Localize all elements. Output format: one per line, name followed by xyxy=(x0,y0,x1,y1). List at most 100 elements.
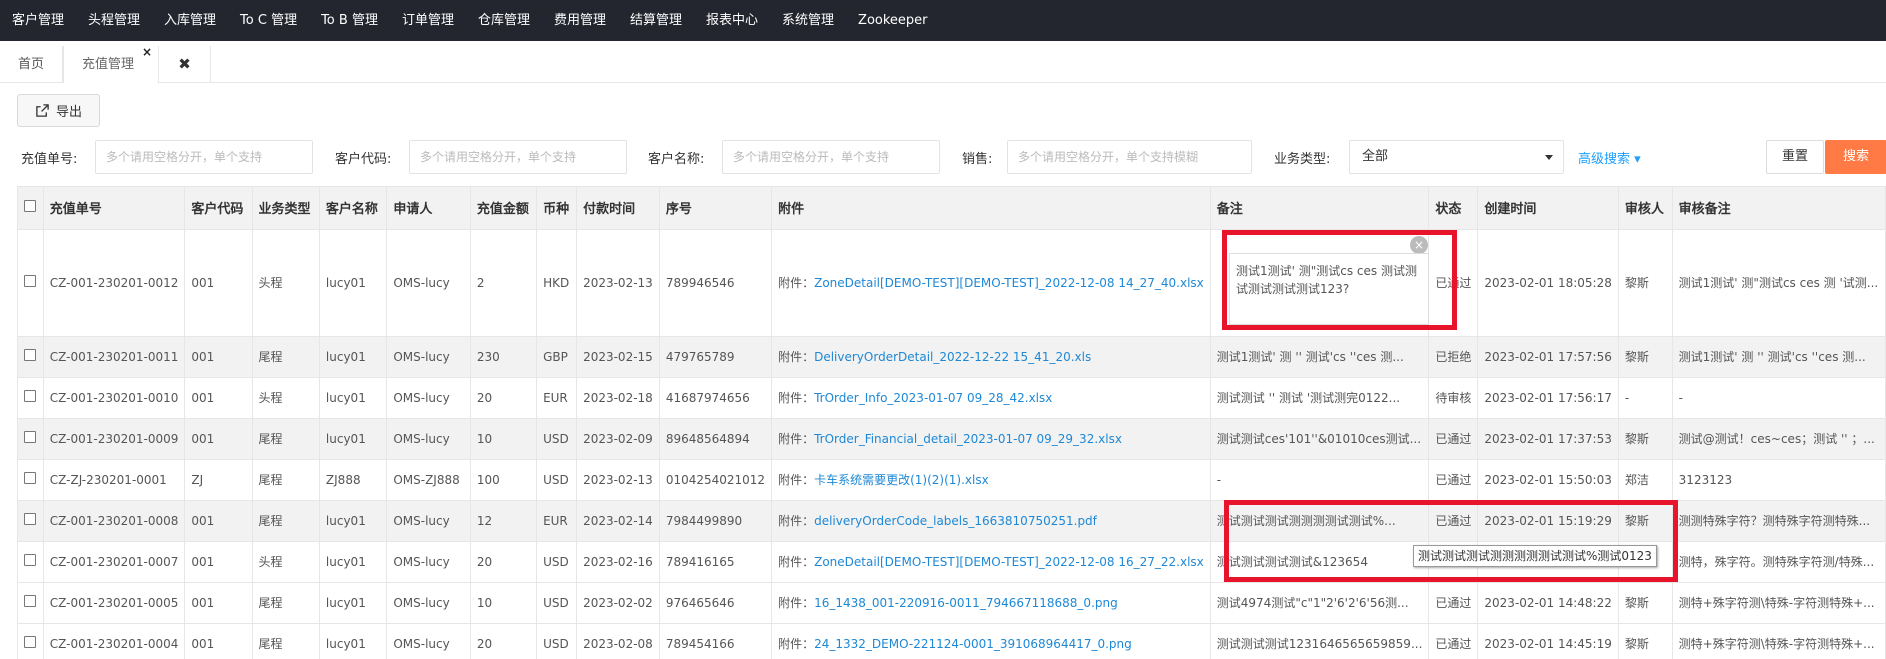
column-header: 创建时间 xyxy=(1477,187,1619,230)
attachment-link[interactable]: 16_1438_001-220916-0011_794667118688_0.p… xyxy=(814,596,1118,610)
cell-seq: 479765789 xyxy=(659,336,773,378)
row-checkbox[interactable] xyxy=(24,431,36,443)
column-header: 申请人 xyxy=(386,187,471,230)
select-all-checkbox[interactable] xyxy=(24,199,36,212)
cell-auditor: 黎斯 xyxy=(1618,336,1673,378)
cell-amount: 12 xyxy=(470,500,538,542)
cell-created: 2023-02-01 14:45:19 xyxy=(1477,623,1619,659)
cell-name: lucy01 xyxy=(319,229,388,337)
row-checkbox-cell xyxy=(18,459,44,501)
cell-status: 已通过 xyxy=(1428,623,1479,659)
topnav-item[interactable]: 订单管理 xyxy=(390,0,466,41)
cell-file: 附件：卡车系统需要更改(1)(2)(1).xlsx xyxy=(771,459,1211,501)
attachment-prefix: 附件： xyxy=(778,432,815,446)
cell-no: CZ-001-230201-0004 xyxy=(43,623,186,659)
column-header: 状态 xyxy=(1428,187,1479,230)
attachment-link[interactable]: deliveryOrderCode_labels_1663810750251.p… xyxy=(814,514,1097,528)
cell-applicant: OMS-lucy xyxy=(386,377,471,419)
table-row[interactable]: CZ-001-230201-0009 001 尾程 lucy01 OMS-lucy 10 U… xyxy=(18,418,1886,460)
cell-amount: 10 xyxy=(470,582,538,624)
close-tab-icon[interactable]: × xyxy=(142,34,152,71)
sales-label: 销售: xyxy=(962,152,993,167)
cell-amount: 10 xyxy=(470,418,538,460)
table-row[interactable]: CZ-001-230201-0011 001 尾程 lucy01 OMS-lucy 230… xyxy=(18,336,1886,378)
cell-paytime: 2023-02-02 xyxy=(576,582,660,624)
attachment-link[interactable]: ZoneDetail[DEMO-TEST][DEMO-TEST]_2022-12… xyxy=(814,555,1204,569)
attachment-link[interactable]: 24_1332_DEMO-221124-0001_391068964417_0.… xyxy=(814,637,1132,651)
tab-home[interactable]: 首页 xyxy=(0,46,64,83)
topnav-item[interactable]: 入库管理 xyxy=(152,0,228,41)
cell-type: 尾程 xyxy=(252,336,320,378)
order-no-label: 充值单号: xyxy=(21,152,78,167)
table-row[interactable]: CZ-001-230201-0005 001 尾程 lucy01 OMS-lucy 10 U… xyxy=(18,582,1886,624)
table-row[interactable]: CZ-001-230201-0012 001 头程 lucy01 OMS-lucy 2 HK… xyxy=(18,229,1886,337)
attachment-prefix: 附件： xyxy=(778,596,815,610)
topnav-item[interactable]: 系统管理 xyxy=(770,0,846,41)
biz-type-value: 全部 xyxy=(1362,149,1389,164)
cell-amount: 2 xyxy=(470,229,538,337)
row-checkbox[interactable] xyxy=(24,349,36,361)
cell-currency: USD xyxy=(536,459,578,501)
attachment-link[interactable]: 卡车系统需要更改(1)(2)(1).xlsx xyxy=(814,473,989,487)
topnav-item[interactable]: 客户管理 xyxy=(0,0,76,41)
sales-input[interactable]: 多个请用空格分开，单个支持模糊 xyxy=(1007,140,1252,174)
cell-code: 001 xyxy=(184,336,253,378)
row-checkbox[interactable] xyxy=(24,472,36,484)
row-checkbox[interactable] xyxy=(24,595,36,607)
attachment-link[interactable]: ZoneDetail[DEMO-TEST][DEMO-TEST]_2022-12… xyxy=(814,276,1204,290)
cell-name: lucy01 xyxy=(319,623,388,659)
tab-recharge[interactable]: 充值管理 × xyxy=(63,45,160,83)
cell-seq: 789416165 xyxy=(659,541,773,583)
advanced-search-link[interactable]: 高级搜索 ▾ xyxy=(1578,148,1641,167)
cell-applicant: OMS-lucy xyxy=(386,582,471,624)
biz-type-label: 业务类型: xyxy=(1274,152,1331,167)
cell-remark: 测试测试测试1231646565659859... xyxy=(1210,623,1430,659)
cell-code: 001 xyxy=(184,377,253,419)
cell-file: 附件：DeliveryOrderDetail_2022-12-22 15_41_… xyxy=(771,336,1211,378)
topnav-item[interactable]: 结算管理 xyxy=(618,0,694,41)
cell-code: 001 xyxy=(184,500,253,542)
highlight-box-remarks xyxy=(1224,500,1678,582)
row-checkbox[interactable] xyxy=(24,513,36,525)
row-checkbox[interactable] xyxy=(24,636,36,648)
search-button[interactable]: 搜索 xyxy=(1825,140,1886,174)
row-checkbox[interactable] xyxy=(24,390,36,402)
order-no-input[interactable]: 多个请用空格分开，单个支持 xyxy=(95,140,313,174)
topnav-item[interactable]: Zookeeper xyxy=(846,0,939,41)
cell-name: lucy01 xyxy=(319,336,388,378)
cell-name: ZJ888 xyxy=(319,459,388,501)
cell-auditor: 黎斯 xyxy=(1618,623,1673,659)
cell-audit_note: - xyxy=(1672,377,1886,419)
cell-type: 头程 xyxy=(252,229,320,337)
row-checkbox-cell xyxy=(18,623,44,659)
row-checkbox[interactable] xyxy=(24,554,36,566)
row-checkbox[interactable] xyxy=(24,275,36,287)
table-row[interactable]: CZ-001-230201-0010 001 头程 lucy01 OMS-lucy 20 E… xyxy=(18,377,1886,419)
topnav-item[interactable]: To C 管理 xyxy=(228,0,309,41)
cell-file: 附件：TrOrder_Financial_detail_2023-01-07 0… xyxy=(771,418,1211,460)
cell-type: 尾程 xyxy=(252,582,320,624)
cell-seq: 0104254021012 xyxy=(659,459,773,501)
attachment-prefix: 附件： xyxy=(778,350,815,364)
topnav-item[interactable]: 头程管理 xyxy=(76,0,152,41)
cell-remark: 测试测试ces'101''&01010ces测试... xyxy=(1210,418,1430,460)
close-all-tabs-icon[interactable]: ✖ xyxy=(159,46,212,83)
attachment-link[interactable]: TrOrder_Info_2023-01-07 09_28_42.xlsx xyxy=(814,391,1052,405)
topnav-item[interactable]: 报表中心 xyxy=(694,0,770,41)
topnav-item[interactable]: To B 管理 xyxy=(309,0,390,41)
topnav-item[interactable]: 仓库管理 xyxy=(466,0,542,41)
cell-currency: EUR xyxy=(536,500,578,542)
attachment-link[interactable]: DeliveryOrderDetail_2022-12-22 15_41_20.… xyxy=(814,350,1091,364)
reset-button[interactable]: 重置 xyxy=(1766,140,1824,174)
table-row[interactable]: CZ-ZJ-230201-0001 ZJ 尾程 ZJ888 OMS-ZJ888 100 US… xyxy=(18,459,1886,501)
table-row[interactable]: CZ-001-230201-0004 001 尾程 lucy01 OMS-lucy 20 U… xyxy=(18,623,1886,659)
topnav-item[interactable]: 费用管理 xyxy=(542,0,618,41)
cell-paytime: 2023-02-09 xyxy=(576,418,660,460)
attachment-link[interactable]: TrOrder_Financial_detail_2023-01-07 09_2… xyxy=(814,432,1122,446)
cell-type: 头程 xyxy=(252,377,320,419)
select-all-checkbox-cell xyxy=(18,187,44,230)
cust-code-input[interactable]: 多个请用空格分开，单个支持 xyxy=(409,140,627,174)
biz-type-select[interactable]: 全部 xyxy=(1349,140,1564,174)
cust-name-input[interactable]: 多个请用空格分开，单个支持 xyxy=(722,140,940,174)
export-button[interactable]: 导出 xyxy=(17,94,100,127)
